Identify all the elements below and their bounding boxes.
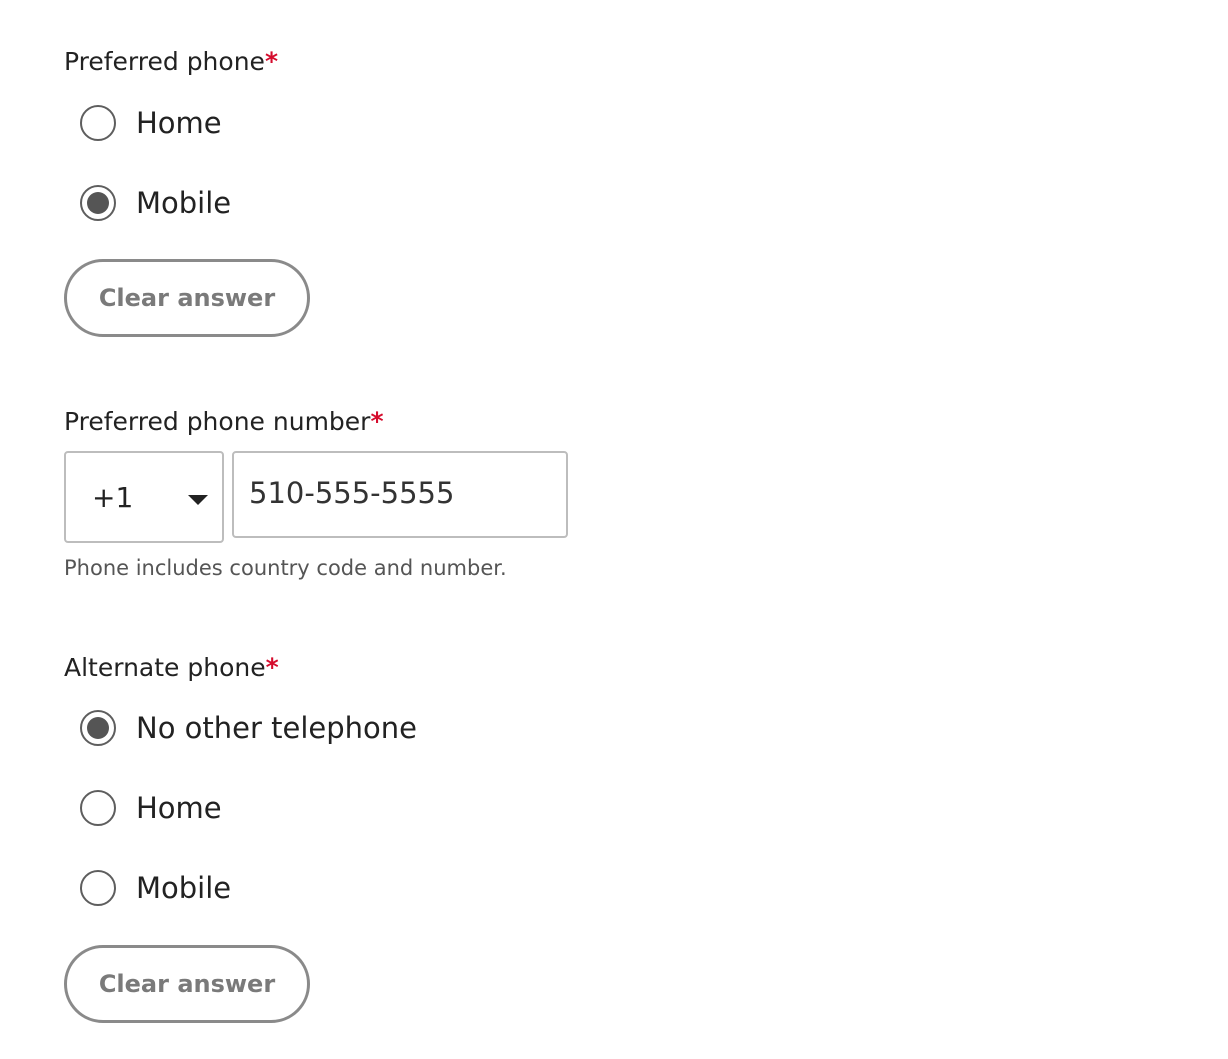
preferred-phone-clear-button[interactable]: Clear answer bbox=[64, 259, 310, 337]
form-container: Preferred phone* Home Mobile Clear answe… bbox=[64, 0, 1164, 1059]
radio-label: Home bbox=[136, 106, 222, 140]
phone-hint-text: Phone includes country code and number. bbox=[64, 556, 507, 580]
alternate-phone-option-home[interactable]: Home bbox=[80, 788, 222, 828]
preferred-phone-option-home[interactable]: Home bbox=[80, 103, 222, 143]
radio-label: No other telephone bbox=[136, 711, 417, 745]
preferred-phone-label: Preferred phone* bbox=[64, 47, 278, 77]
required-asterisk: * bbox=[264, 47, 279, 76]
alternate-phone-option-mobile[interactable]: Mobile bbox=[80, 868, 231, 908]
radio-button[interactable] bbox=[80, 870, 116, 906]
alternate-phone-clear-button[interactable]: Clear answer bbox=[64, 945, 310, 1023]
preferred-phone-label-text: Preferred phone bbox=[64, 47, 265, 76]
required-asterisk: * bbox=[370, 407, 384, 436]
radio-button[interactable] bbox=[80, 105, 116, 141]
preferred-phone-number-label-text: Preferred phone number bbox=[64, 407, 371, 436]
country-code-value: +1 bbox=[92, 480, 134, 514]
radio-label: Mobile bbox=[136, 871, 232, 905]
required-asterisk: * bbox=[265, 653, 279, 682]
radio-label: Mobile bbox=[136, 186, 232, 220]
preferred-phone-option-mobile[interactable]: Mobile bbox=[80, 183, 231, 223]
preferred-phone-number-label: Preferred phone number* bbox=[64, 407, 384, 437]
alternate-phone-option-none[interactable]: No other telephone bbox=[80, 708, 417, 748]
radio-button-selected[interactable] bbox=[80, 710, 116, 746]
country-code-select[interactable]: +1 bbox=[64, 451, 224, 543]
radio-button[interactable] bbox=[80, 790, 116, 826]
radio-button-selected[interactable] bbox=[80, 185, 116, 221]
phone-number-input[interactable] bbox=[232, 451, 568, 538]
alternate-phone-label: Alternate phone* bbox=[64, 653, 279, 683]
chevron-down-icon bbox=[188, 495, 208, 505]
alternate-phone-label-text: Alternate phone bbox=[64, 653, 266, 682]
radio-label: Home bbox=[136, 791, 222, 825]
